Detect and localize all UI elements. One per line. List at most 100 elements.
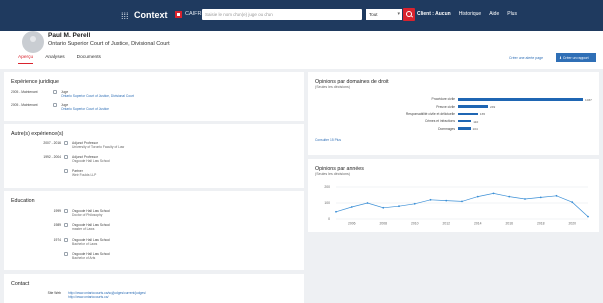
other-exp-detail: Adjunct Professor University of Toronto … <box>72 141 124 149</box>
domain-bar-label[interactable]: Responsabilité civile et délictuelle <box>406 112 455 116</box>
profile-tabs: Aperçu Analyses Documents <box>18 55 101 64</box>
experience-item: 2005 - Maintenant <box>11 90 38 94</box>
domain-bar[interactable] <box>458 105 488 108</box>
chevron-down-icon: ▾ <box>397 11 400 17</box>
nav-client[interactable]: Client : Aucun <box>417 11 451 17</box>
data-point[interactable] <box>476 195 479 198</box>
y-tick-label: 200 <box>324 185 330 189</box>
experience-item: 2005 - Maintenant <box>11 103 38 107</box>
contact-label-text: Site Web <box>47 291 61 295</box>
education-year-text: 1989 <box>53 223 61 227</box>
brand-logo[interactable]: Context <box>134 10 168 20</box>
graduation-cap-icon <box>64 238 68 242</box>
graduation-cap-icon <box>64 223 68 227</box>
other-exp-date-text: 1992 - 2004 <box>43 155 61 159</box>
x-tick-label: 2014 <box>474 222 482 226</box>
domain-bar[interactable] <box>458 112 478 116</box>
other-exp-date-text: 2007 - 2016 <box>43 141 61 145</box>
education-degree: Doctor of Philosophy <box>72 213 103 218</box>
education-detail: Osgoode Hall Law School Bachelor of Laws <box>72 238 110 246</box>
create-report-label: Créer un rapport <box>562 56 589 60</box>
other-exp-date: 1992 - 2004 <box>11 155 61 159</box>
data-point[interactable] <box>366 202 369 204</box>
domain-bar-label[interactable]: Preuve civile <box>436 105 455 109</box>
contact-card: Contact Site Web http://www.ontariocourt… <box>4 274 304 303</box>
y-tick-label: 0 <box>328 217 330 221</box>
experience-date: 2005 - Maintenant <box>11 103 38 107</box>
series-line <box>335 193 589 217</box>
domain-bar-value: 249 <box>490 104 496 109</box>
data-point[interactable] <box>539 196 542 199</box>
experience-detail: Juge Ontario Superior Court of Justice, … <box>61 90 134 98</box>
domain-bar-value: 104 <box>472 126 478 131</box>
data-point[interactable] <box>524 198 526 200</box>
x-tick-label: 2020 <box>568 222 576 226</box>
opinions-by-domain-card: Opinions par domaines de droit (Seules l… <box>308 72 599 155</box>
create-report-button[interactable]: ⬇ Créer un rapport <box>556 53 596 62</box>
education-year: 1974 <box>11 238 61 242</box>
nav-help[interactable]: Aide <box>489 11 499 17</box>
other-exp-org: Osgoode Hall Law School <box>72 159 110 164</box>
experience-date: 2005 - Maintenant <box>11 90 38 94</box>
x-tick-label: 2016 <box>505 222 513 226</box>
search-input[interactable]: Saisie le nom d'un(e) juge ou d'un <box>202 9 362 20</box>
data-point[interactable] <box>555 194 558 197</box>
apps-grid-icon[interactable]: ⁞⁞⁞ <box>121 11 129 21</box>
contact-links: http://www.ontariocourts.ca/scj/judges/c… <box>68 291 146 299</box>
avatar <box>22 31 44 53</box>
experience-org-link[interactable]: Ontario Superior Court of Justice <box>61 107 109 111</box>
create-alert-link[interactable]: Créer une alerte page <box>509 56 543 60</box>
data-point[interactable] <box>350 206 353 208</box>
briefcase-icon <box>64 141 68 145</box>
data-point[interactable] <box>429 198 432 201</box>
domain-bar[interactable] <box>458 98 583 101</box>
data-point[interactable] <box>492 192 495 195</box>
data-point[interactable] <box>398 205 400 208</box>
domain-bar-value: 1037 <box>585 97 592 102</box>
domain-bar[interactable] <box>458 127 471 130</box>
data-point[interactable] <box>508 195 511 198</box>
experience-detail: Juge Ontario Superior Court of Justice <box>61 103 109 111</box>
consult-more-link[interactable]: Consulter 15 Plus <box>315 138 341 142</box>
domain-bar-label[interactable]: Procédure civile <box>432 97 455 101</box>
education-degree: master of Laws <box>72 227 95 232</box>
year-line-chart: 0 100 200 2006 2008 2010 2012 2014 2016 2018 2020 <box>324 185 589 226</box>
tab-analyses[interactable]: Analyses <box>45 55 64 64</box>
other-exp-org: University of Toronto Faculty of Law <box>72 145 125 150</box>
x-tick-label: 2010 <box>411 222 419 226</box>
data-point[interactable] <box>382 206 385 209</box>
education-year: 1989 <box>11 223 61 227</box>
other-experience-card: Autre(s) expérience(s) 2007 - 2016 Adjun… <box>4 124 304 188</box>
data-point[interactable] <box>335 210 337 213</box>
x-tick-label: 2006 <box>348 222 356 226</box>
nav-links: Client : Aucun Historique Aide Plus <box>417 11 517 17</box>
experience-org-link[interactable]: Ontario Superior Court of Justice, Divis… <box>61 94 134 98</box>
search-scope-select[interactable]: Tout ▾ <box>366 9 402 20</box>
briefcase-icon <box>64 169 68 173</box>
nav-more[interactable]: Plus <box>507 11 517 17</box>
other-exp-org: Weir Foulds LLP <box>72 173 97 178</box>
scope-value: Tout <box>369 12 378 17</box>
domain-bar-label[interactable]: Dommages <box>438 127 455 131</box>
judge-court: Ontario Superior Court of Justice, Divis… <box>48 41 170 47</box>
tab-documents[interactable]: Documents <box>77 55 101 64</box>
education-year-text: 1999 <box>53 209 61 213</box>
domain-bar[interactable] <box>458 119 472 123</box>
domain-bar-label[interactable]: Crimes et infractions <box>425 119 455 123</box>
data-point[interactable] <box>587 215 589 218</box>
tab-apercu[interactable]: Aperçu <box>18 55 34 64</box>
nav-history[interactable]: Historique <box>459 11 482 17</box>
contact-title: Contact <box>11 281 30 287</box>
contact-website-link[interactable]: http://www.ontariocourts.ca/ <box>68 295 146 299</box>
education-degree: Bachelor of Laws <box>72 242 98 247</box>
data-point[interactable] <box>461 200 463 203</box>
data-point[interactable] <box>413 202 416 205</box>
x-tick-label: 2008 <box>379 222 387 226</box>
education-year-text: 1974 <box>53 238 61 242</box>
education-title: Education <box>11 198 35 204</box>
data-point[interactable] <box>571 201 574 204</box>
contact-label: Site Web <box>11 291 61 295</box>
profile-header: Paul M. Perell Ontario Superior Court of… <box>0 31 603 69</box>
data-point[interactable] <box>445 199 448 202</box>
search-button[interactable] <box>403 8 415 21</box>
